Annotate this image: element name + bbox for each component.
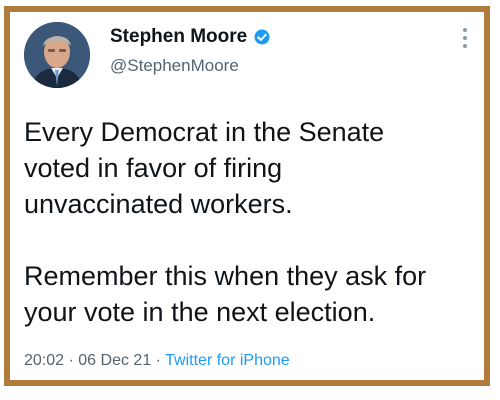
author-name[interactable]: Stephen Moore	[110, 26, 247, 48]
tweet-line: your vote in the next election.	[24, 297, 376, 327]
author-info: Stephen Moore @StephenMoore	[110, 26, 271, 76]
author-handle[interactable]: @StephenMoore	[110, 56, 271, 76]
tweet-line: Remember this when they ask for	[24, 261, 427, 291]
meta-separator: ·	[155, 352, 161, 369]
more-vertical-icon[interactable]	[460, 26, 470, 50]
tweet-line: Every Democrat in the Senate	[24, 117, 385, 147]
tweet-paragraph-1: Every Democrat in the Senate voted in fa…	[24, 114, 470, 222]
tweet-line: unvaccinated workers.	[24, 189, 293, 219]
tweet-text: Every Democrat in the Senate voted in fa…	[24, 114, 470, 330]
tweet-header: Stephen Moore @StephenMoore	[24, 22, 470, 94]
tweet-time[interactable]: 20:02	[24, 352, 64, 369]
tweet-source-link[interactable]: Twitter for iPhone	[165, 352, 290, 369]
tweet-meta: 20:02 · 06 Dec 21 · Twitter for iPhone	[24, 352, 290, 370]
avatar[interactable]	[24, 22, 90, 88]
tweet-line: voted in favor of firing	[24, 153, 283, 183]
tweet-date[interactable]: 06 Dec 21	[78, 352, 151, 369]
tweet-card: Stephen Moore @StephenMoore Every Democr…	[4, 6, 490, 386]
meta-separator: ·	[68, 352, 74, 369]
verified-badge-icon	[254, 29, 270, 45]
tweet-paragraph-2: Remember this when they ask for your vot…	[24, 258, 470, 330]
avatar-photo	[24, 22, 90, 88]
name-row: Stephen Moore	[110, 26, 271, 48]
